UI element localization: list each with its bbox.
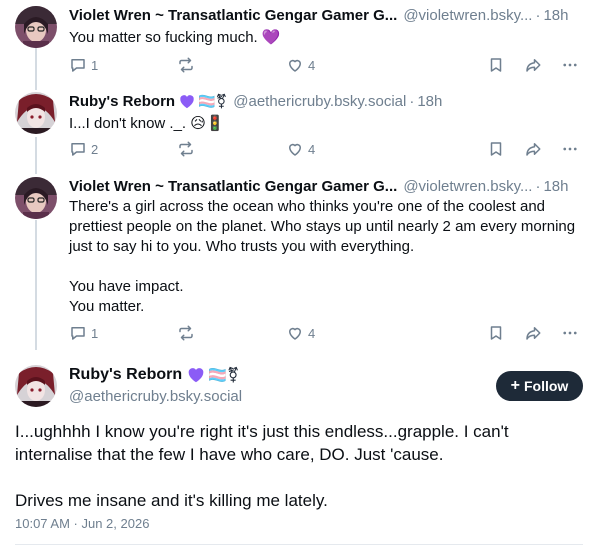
author-name[interactable]: Violet Wren ~ Transatlantic Gengar Gamer… — [69, 178, 397, 195]
post-timestamp[interactable]: 10:07 AM · Jun 2, 2026 — [15, 516, 149, 531]
bookmark-button[interactable] — [487, 140, 505, 158]
thread-post[interactable]: Ruby's Reborn 🏳️‍⚧️⚧ @aethericruby.bsky.… — [0, 90, 598, 170]
bookmark-icon — [487, 324, 505, 342]
more-options-icon — [561, 140, 579, 158]
repost-icon — [177, 56, 195, 74]
post-time[interactable]: 18h — [543, 178, 568, 195]
focused-post: Ruby's Reborn 🏳️‍⚧️⚧ @aethericruby.bsky.… — [0, 360, 598, 547]
author-handle[interactable]: @violetwren.bsky... — [403, 178, 532, 195]
avatar[interactable] — [15, 177, 57, 219]
share-icon — [524, 56, 542, 74]
thread-post[interactable]: Violet Wren ~ Transatlantic Gengar Gamer… — [0, 4, 598, 84]
more-options-button[interactable] — [561, 140, 579, 158]
repost-button[interactable] — [177, 140, 195, 158]
thread-post[interactable]: Violet Wren ~ Transatlantic Gengar Gamer… — [0, 175, 598, 355]
author-handle[interactable]: @aethericruby.bsky.social — [233, 93, 406, 110]
avatar[interactable] — [15, 365, 57, 407]
author-handle[interactable]: @aethericruby.bsky.social — [69, 388, 242, 405]
author-name-row: Ruby's Reborn 🏳️‍⚧️⚧ — [69, 366, 239, 384]
author-name[interactable]: Ruby's Reborn — [69, 93, 175, 110]
bookmark-icon — [487, 140, 505, 158]
like-button[interactable]: 4 — [286, 324, 315, 342]
post-actions: 2 4 — [69, 140, 584, 162]
thread-view: Violet Wren ~ Transatlantic Gengar Gamer… — [0, 0, 598, 547]
post-header: Violet Wren ~ Transatlantic Gengar Gamer… — [69, 4, 584, 26]
reply-icon — [69, 324, 87, 342]
author-handle[interactable]: @violetwren.bsky... — [403, 7, 532, 24]
reply-icon — [69, 140, 87, 158]
name-badges: 🏳️‍⚧️⚧ — [208, 367, 240, 384]
post-time[interactable]: 18h — [417, 93, 442, 110]
purple-heart-icon — [187, 367, 205, 383]
avatar[interactable] — [15, 92, 57, 134]
repost-button[interactable] — [177, 56, 195, 74]
post-header: Violet Wren ~ Transatlantic Gengar Gamer… — [69, 175, 584, 197]
like-button[interactable]: 4 — [286, 56, 315, 74]
avatar[interactable] — [15, 6, 57, 48]
separator-dot: · — [409, 92, 415, 110]
name-badges: 🏳️‍⚧️⚧ — [198, 92, 228, 109]
plus-icon: + — [510, 377, 520, 394]
more-options-icon — [561, 56, 579, 74]
post-text: There's a girl across the ocean who thin… — [69, 198, 576, 315]
post-time[interactable]: 18h — [543, 7, 568, 24]
reply-count: 2 — [91, 141, 99, 157]
follow-label: Follow — [524, 378, 569, 394]
reply-button[interactable]: 1 — [69, 324, 98, 342]
like-button[interactable]: 4 — [286, 140, 315, 158]
reply-count: 1 — [91, 325, 99, 341]
like-count: 4 — [308, 57, 316, 73]
bookmark-button[interactable] — [487, 56, 505, 74]
more-options-icon — [561, 324, 579, 342]
share-button[interactable] — [524, 324, 542, 342]
bookmark-button[interactable] — [487, 324, 505, 342]
follow-button[interactable]: + Follow — [496, 371, 583, 401]
share-button[interactable] — [524, 140, 542, 158]
divider — [15, 544, 583, 545]
heart-outline-icon — [286, 56, 304, 74]
post-text: I...ughhhh I know you're right it's just… — [15, 422, 509, 510]
separator-dot: · — [535, 6, 541, 24]
more-options-button[interactable] — [561, 324, 579, 342]
like-count: 4 — [308, 141, 316, 157]
post-text: You matter so fucking much. 💜 — [69, 29, 281, 46]
like-count: 4 — [308, 325, 316, 341]
repost-icon — [177, 324, 195, 342]
repost-icon — [177, 140, 195, 158]
post-header: Ruby's Reborn 🏳️‍⚧️⚧ @aethericruby.bsky.… — [69, 90, 584, 112]
bookmark-icon — [487, 56, 505, 74]
post-text: I...I don't know ._. 😥🚦 — [69, 115, 225, 132]
share-button[interactable] — [524, 56, 542, 74]
reply-button[interactable]: 1 — [69, 56, 98, 74]
heart-outline-icon — [286, 140, 304, 158]
more-options-button[interactable] — [561, 56, 579, 74]
heart-outline-icon — [286, 324, 304, 342]
share-icon — [524, 324, 542, 342]
author-name[interactable]: Ruby's Reborn — [69, 366, 182, 384]
author-name[interactable]: Violet Wren ~ Transatlantic Gengar Gamer… — [69, 7, 397, 24]
separator-dot: · — [535, 177, 541, 195]
share-icon — [524, 140, 542, 158]
reply-count: 1 — [91, 57, 99, 73]
post-actions: 1 4 — [69, 56, 584, 78]
reply-button[interactable]: 2 — [69, 140, 98, 158]
reply-icon — [69, 56, 87, 74]
post-actions: 1 4 — [69, 324, 584, 346]
repost-button[interactable] — [177, 324, 195, 342]
purple-heart-icon — [179, 94, 195, 109]
